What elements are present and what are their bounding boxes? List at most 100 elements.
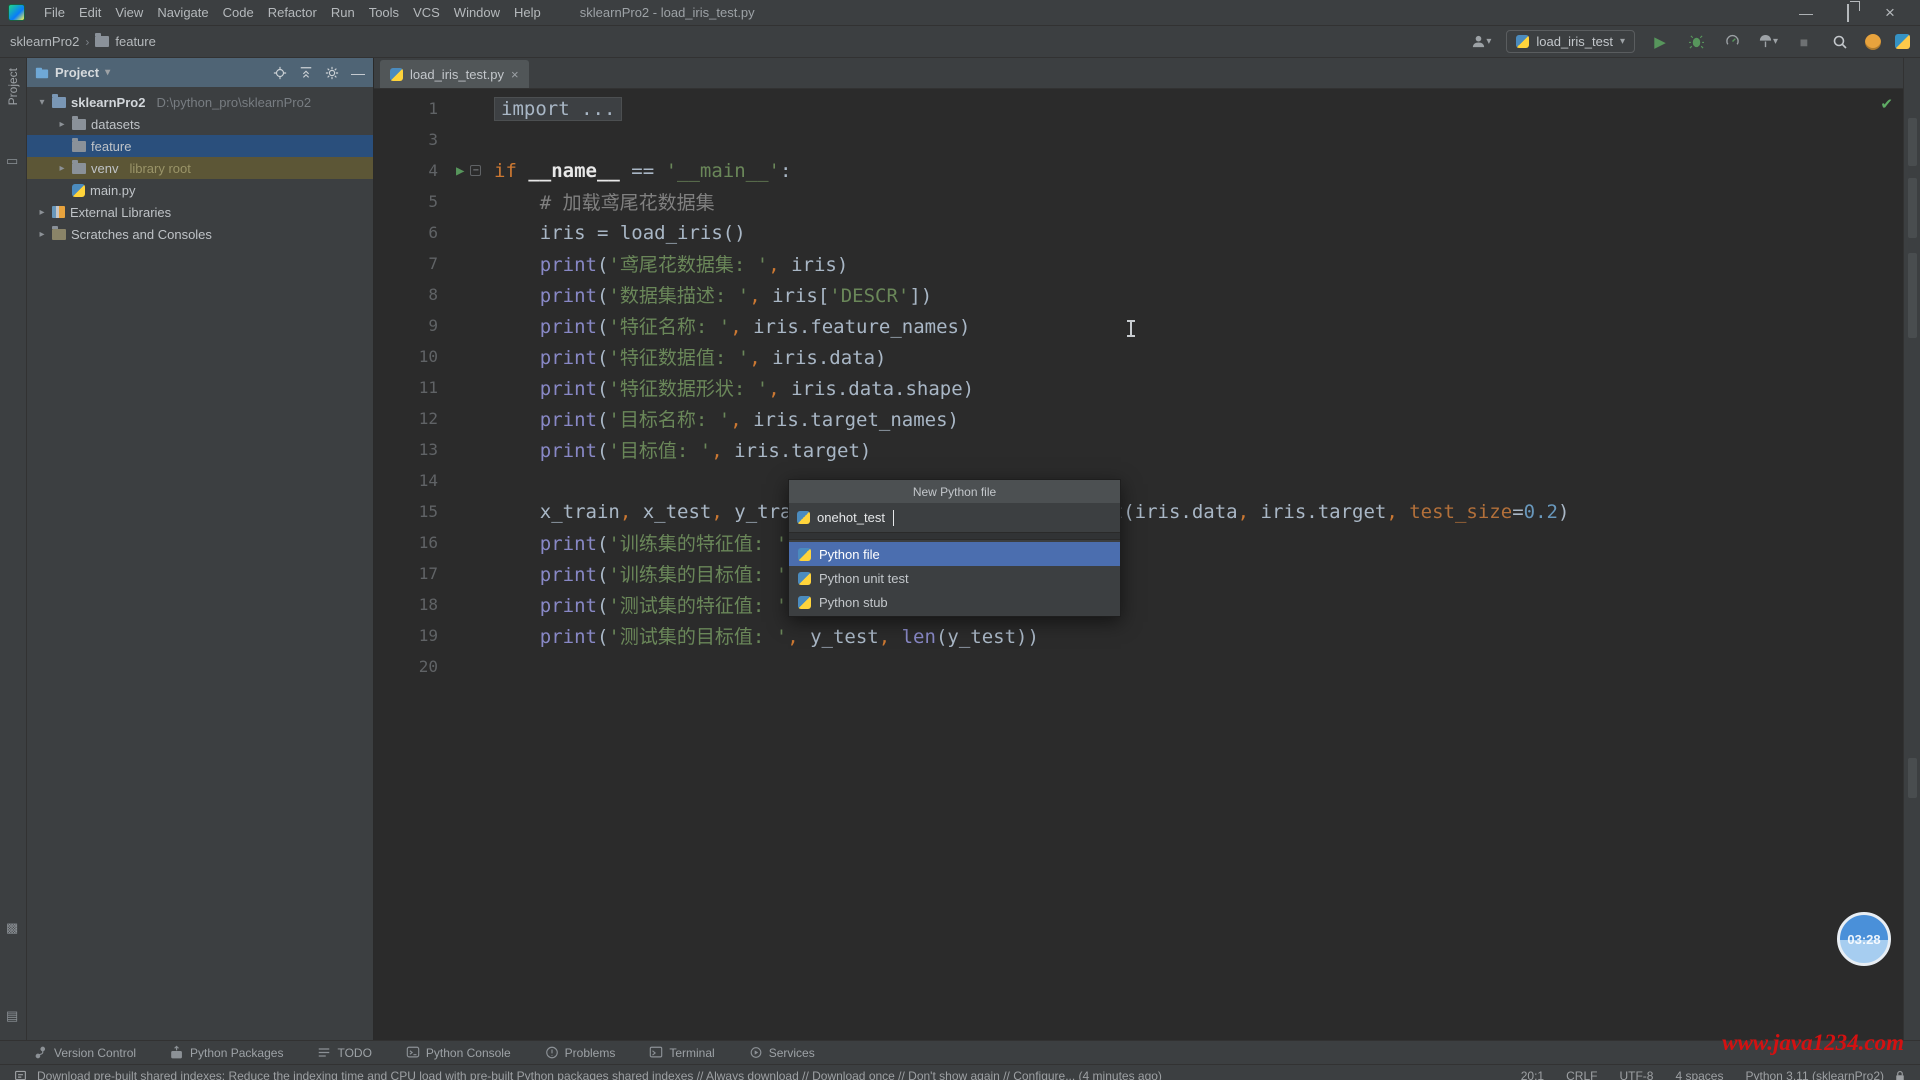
code-line[interactable]: 6 iris = load_iris() <box>374 217 1903 248</box>
structure-stripe-icon[interactable]: ▤ <box>6 1008 21 1023</box>
toolwindow-terminal[interactable]: Terminal <box>649 1045 714 1060</box>
toolwindow-problems[interactable]: Problems <box>545 1045 616 1060</box>
line-number[interactable]: 13 <box>374 440 452 459</box>
menu-file[interactable]: File <box>37 3 72 22</box>
minimize-button[interactable]: — <box>1798 5 1814 21</box>
restore-button[interactable] <box>1840 5 1856 21</box>
profile-user-icon[interactable]: ▾ <box>1470 31 1492 53</box>
code-line[interactable]: 4▶−if __name__ == '__main__': <box>374 155 1903 186</box>
close-button[interactable]: × <box>1882 3 1898 23</box>
locate-file-icon[interactable] <box>273 66 287 80</box>
right-stripe-button[interactable] <box>1908 253 1917 338</box>
menu-vcs[interactable]: VCS <box>406 3 447 22</box>
editor-tab[interactable]: load_iris_test.py × <box>380 60 529 88</box>
line-number[interactable]: 17 <box>374 564 452 583</box>
code-line[interactable]: 16 print('训练集的特征值: ', x_train, x_train.s… <box>374 527 1903 558</box>
hide-panel-icon[interactable]: — <box>351 65 365 81</box>
code-line[interactable]: 11 print('特征数据形状: ', iris.data.shape) <box>374 372 1903 403</box>
toolwindow-services[interactable]: Services <box>749 1045 815 1060</box>
code-line[interactable]: 15 x_train, x_test, y_train, y_test = tr… <box>374 496 1903 527</box>
menu-tools[interactable]: Tools <box>362 3 406 22</box>
menu-window[interactable]: Window <box>447 3 507 22</box>
stop-button[interactable]: ■ <box>1793 31 1815 53</box>
tree-chevron-icon[interactable]: ▸ <box>37 229 47 240</box>
code-line[interactable]: 10 print('特征数据值: ', iris.data) <box>374 341 1903 372</box>
tree-chevron-icon[interactable]: ▾ <box>37 97 47 108</box>
tree-item-main-py[interactable]: main.py <box>27 179 373 201</box>
tree-item-sklearnpro2[interactable]: ▾sklearnPro2D:\python_pro\sklearnPro2 <box>27 91 373 113</box>
event-log-icon[interactable] <box>14 1069 27 1080</box>
status-message[interactable]: Download pre-built shared indexes: Reduc… <box>37 1069 1162 1080</box>
line-number[interactable]: 8 <box>374 285 452 304</box>
code-editor[interactable]: 1import ...34▶−if __name__ == '__main__'… <box>374 89 1903 1040</box>
status-widget[interactable]: UTF-8 <box>1619 1069 1653 1080</box>
line-number[interactable]: 15 <box>374 502 452 521</box>
tree-item-external-libraries[interactable]: ▸External Libraries <box>27 201 373 223</box>
status-widget[interactable]: 20:1 <box>1521 1069 1544 1080</box>
code-line[interactable]: 9 print('特征名称: ', iris.feature_names) <box>374 310 1903 341</box>
run-button[interactable]: ▶ <box>1649 31 1671 53</box>
profiler-button[interactable] <box>1721 31 1743 53</box>
code-line[interactable]: 7 print('鸢尾花数据集: ', iris) <box>374 248 1903 279</box>
line-number[interactable]: 5 <box>374 192 452 211</box>
new-file-name-input[interactable]: onehot_test <box>789 503 1120 533</box>
line-number[interactable]: 12 <box>374 409 452 428</box>
status-widget[interactable]: Python 3.11 (sklearnPro2) <box>1745 1069 1884 1080</box>
code-line[interactable]: 19 print('测试集的目标值: ', y_test, len(y_test… <box>374 620 1903 651</box>
code-line[interactable]: 20 <box>374 651 1903 682</box>
line-number[interactable]: 9 <box>374 316 452 335</box>
line-number[interactable]: 1 <box>374 99 452 118</box>
collapse-all-icon[interactable] <box>299 66 313 80</box>
search-everywhere-icon[interactable] <box>1829 31 1851 53</box>
plugin-icon[interactable] <box>1895 34 1910 49</box>
code-line[interactable]: 3 <box>374 124 1903 155</box>
menu-edit[interactable]: Edit <box>72 3 108 22</box>
line-number[interactable]: 20 <box>374 657 452 676</box>
folder-stripe-icon[interactable]: ▭ <box>6 153 21 168</box>
tree-chevron-icon[interactable]: ▸ <box>57 163 67 174</box>
coverage-button[interactable]: ▾ <box>1757 31 1779 53</box>
line-number[interactable]: 11 <box>374 378 452 397</box>
menu-run[interactable]: Run <box>324 3 362 22</box>
toolwindow-python-console[interactable]: Python Console <box>406 1045 511 1060</box>
bookmarks-stripe-icon[interactable]: ▩ <box>6 920 21 935</box>
code-line[interactable]: 18 print('测试集的特征值: ', x_test, x_test.sha… <box>374 589 1903 620</box>
line-number[interactable]: 7 <box>374 254 452 273</box>
tree-chevron-icon[interactable]: ▸ <box>57 119 67 130</box>
file-type-option-python-stub[interactable]: Python stub <box>789 590 1120 614</box>
tree-chevron-icon[interactable]: ▸ <box>37 207 47 218</box>
line-number[interactable]: 18 <box>374 595 452 614</box>
lock-icon[interactable] <box>1894 1070 1906 1080</box>
debug-button[interactable] <box>1685 31 1707 53</box>
code-line[interactable]: 1import ... <box>374 93 1903 124</box>
menu-refactor[interactable]: Refactor <box>261 3 324 22</box>
status-widget[interactable]: CRLF <box>1566 1069 1597 1080</box>
run-configuration-select[interactable]: load_iris_test ▾ <box>1506 30 1635 53</box>
tree-item-feature[interactable]: feature <box>27 135 373 157</box>
code-line[interactable]: 5 # 加载鸢尾花数据集 <box>374 186 1903 217</box>
toolwindow-todo[interactable]: TODO <box>317 1045 371 1060</box>
menu-code[interactable]: Code <box>216 3 261 22</box>
fold-icon[interactable]: − <box>470 165 481 176</box>
tree-item-datasets[interactable]: ▸datasets <box>27 113 373 135</box>
line-number[interactable]: 3 <box>374 130 452 149</box>
recording-timer-badge[interactable]: 03:28 <box>1837 912 1891 966</box>
tree-item-venv[interactable]: ▸venvlibrary root <box>27 157 373 179</box>
line-number[interactable]: 4 <box>374 161 452 180</box>
tree-item-scratches-and-consoles[interactable]: ▸Scratches and Consoles <box>27 223 373 245</box>
right-stripe-button[interactable] <box>1908 118 1917 166</box>
breadcrumb-item[interactable]: feature <box>115 34 155 49</box>
file-type-option-python-file[interactable]: Python file <box>789 542 1120 566</box>
menu-navigate[interactable]: Navigate <box>150 3 215 22</box>
project-stripe-button[interactable]: Project <box>6 68 20 105</box>
right-stripe-button[interactable] <box>1908 178 1917 238</box>
code-line[interactable]: 12 print('目标名称: ', iris.target_names) <box>374 403 1903 434</box>
toolwindow-python-packages[interactable]: Python Packages <box>170 1045 283 1060</box>
project-panel-header[interactable]: Project ▾ — <box>27 58 373 87</box>
line-number[interactable]: 10 <box>374 347 452 366</box>
run-line-icon[interactable]: ▶ <box>456 164 464 178</box>
line-number[interactable]: 6 <box>374 223 452 242</box>
file-type-option-python-unit-test[interactable]: Python unit test <box>789 566 1120 590</box>
code-line[interactable]: 14 <box>374 465 1903 496</box>
tab-close-icon[interactable]: × <box>511 67 519 82</box>
